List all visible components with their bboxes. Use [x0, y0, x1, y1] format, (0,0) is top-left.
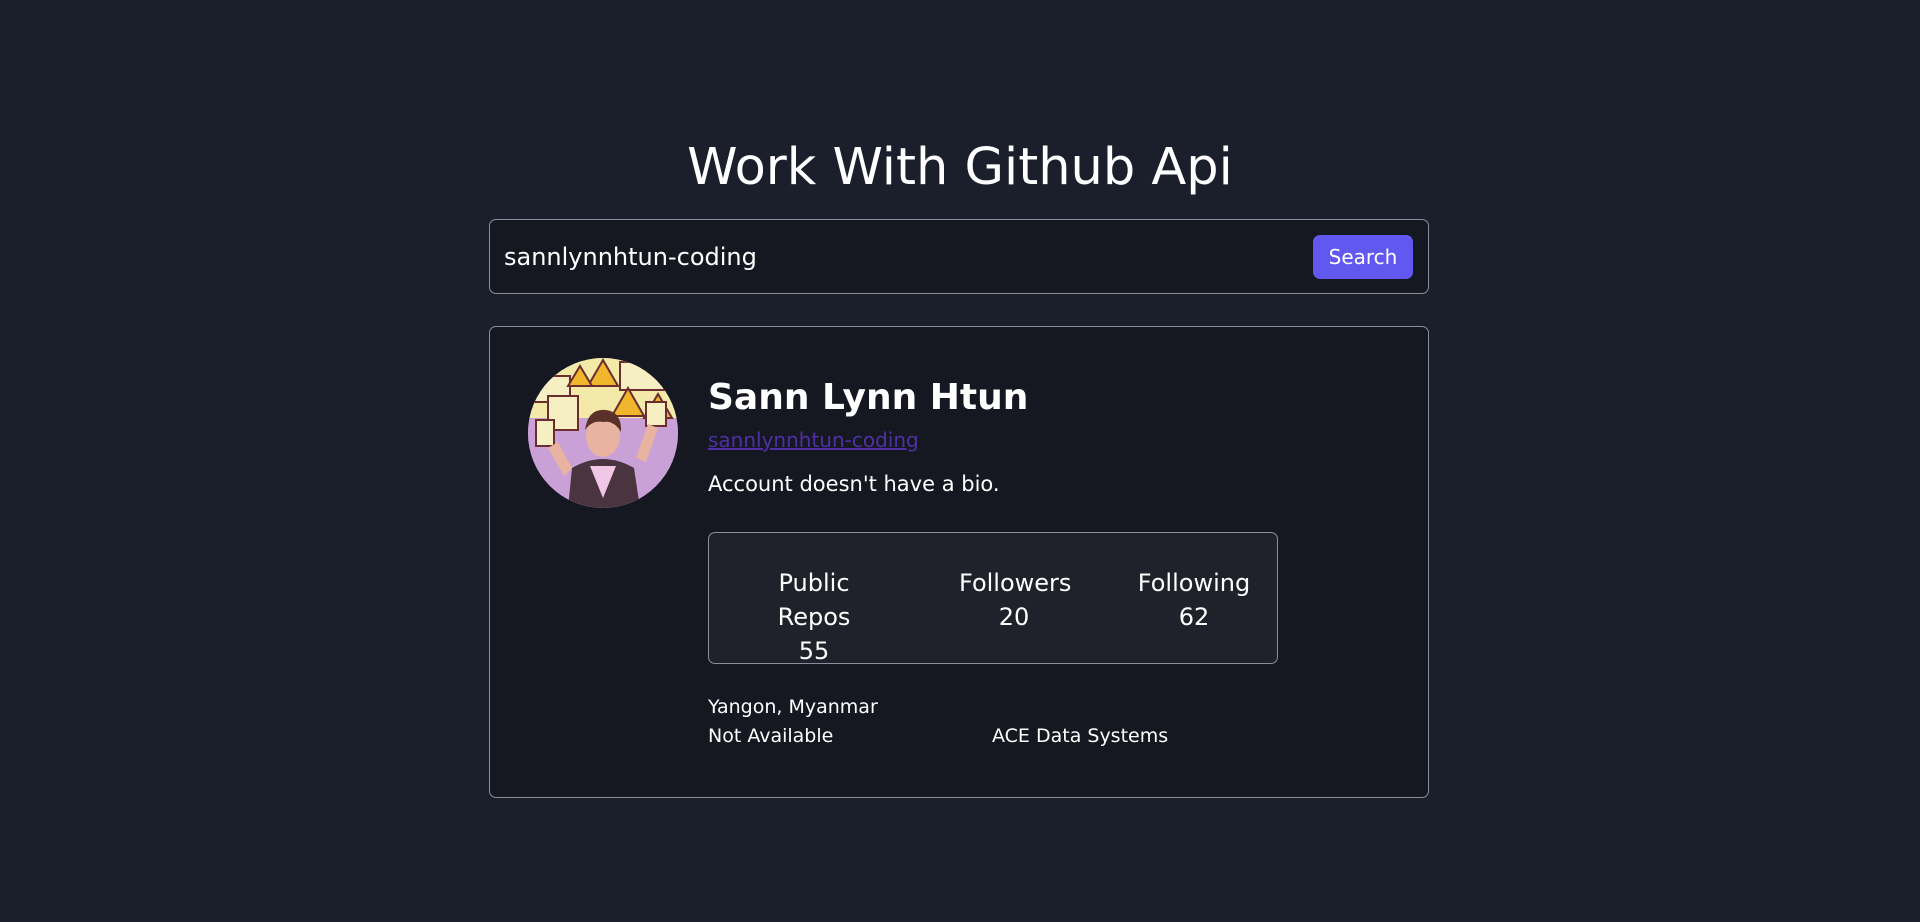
- stat-following: Following 62: [1129, 566, 1259, 634]
- stat-value: 20: [998, 603, 1030, 631]
- stat-label: Followers: [959, 569, 1072, 597]
- profile-location: Yangon, Myanmar: [708, 696, 878, 718]
- stat-value: 55: [798, 637, 830, 665]
- stat-label: Public Repos: [777, 569, 851, 631]
- stats-panel: Public Repos 55 Followers 20 Following 6…: [708, 532, 1278, 665]
- stat-value: 62: [1178, 603, 1210, 631]
- page-title: Work With Github Api: [687, 138, 1233, 197]
- profile-blog: Not Available: [708, 725, 834, 747]
- page: Work With Github Api Search: [0, 0, 1920, 922]
- search-bar: Search: [489, 219, 1429, 294]
- stat-followers: Followers 20: [959, 566, 1072, 634]
- profile-bio: Account doesn't have a bio.: [708, 472, 1000, 496]
- stat-public-repos: Public Repos 55: [739, 566, 889, 668]
- avatar: [528, 358, 678, 508]
- avatar-illustration: [528, 358, 678, 508]
- profile-card: Sann Lynn Htun sannlynnhtun-coding Accou…: [489, 326, 1429, 798]
- profile-company: ACE Data Systems: [992, 725, 1169, 747]
- profile-name: Sann Lynn Htun: [708, 377, 1029, 418]
- search-input[interactable]: [504, 220, 1284, 293]
- search-button[interactable]: Search: [1313, 235, 1413, 279]
- stat-label: Following: [1137, 569, 1251, 597]
- profile-login-link[interactable]: sannlynnhtun-coding: [708, 428, 919, 452]
